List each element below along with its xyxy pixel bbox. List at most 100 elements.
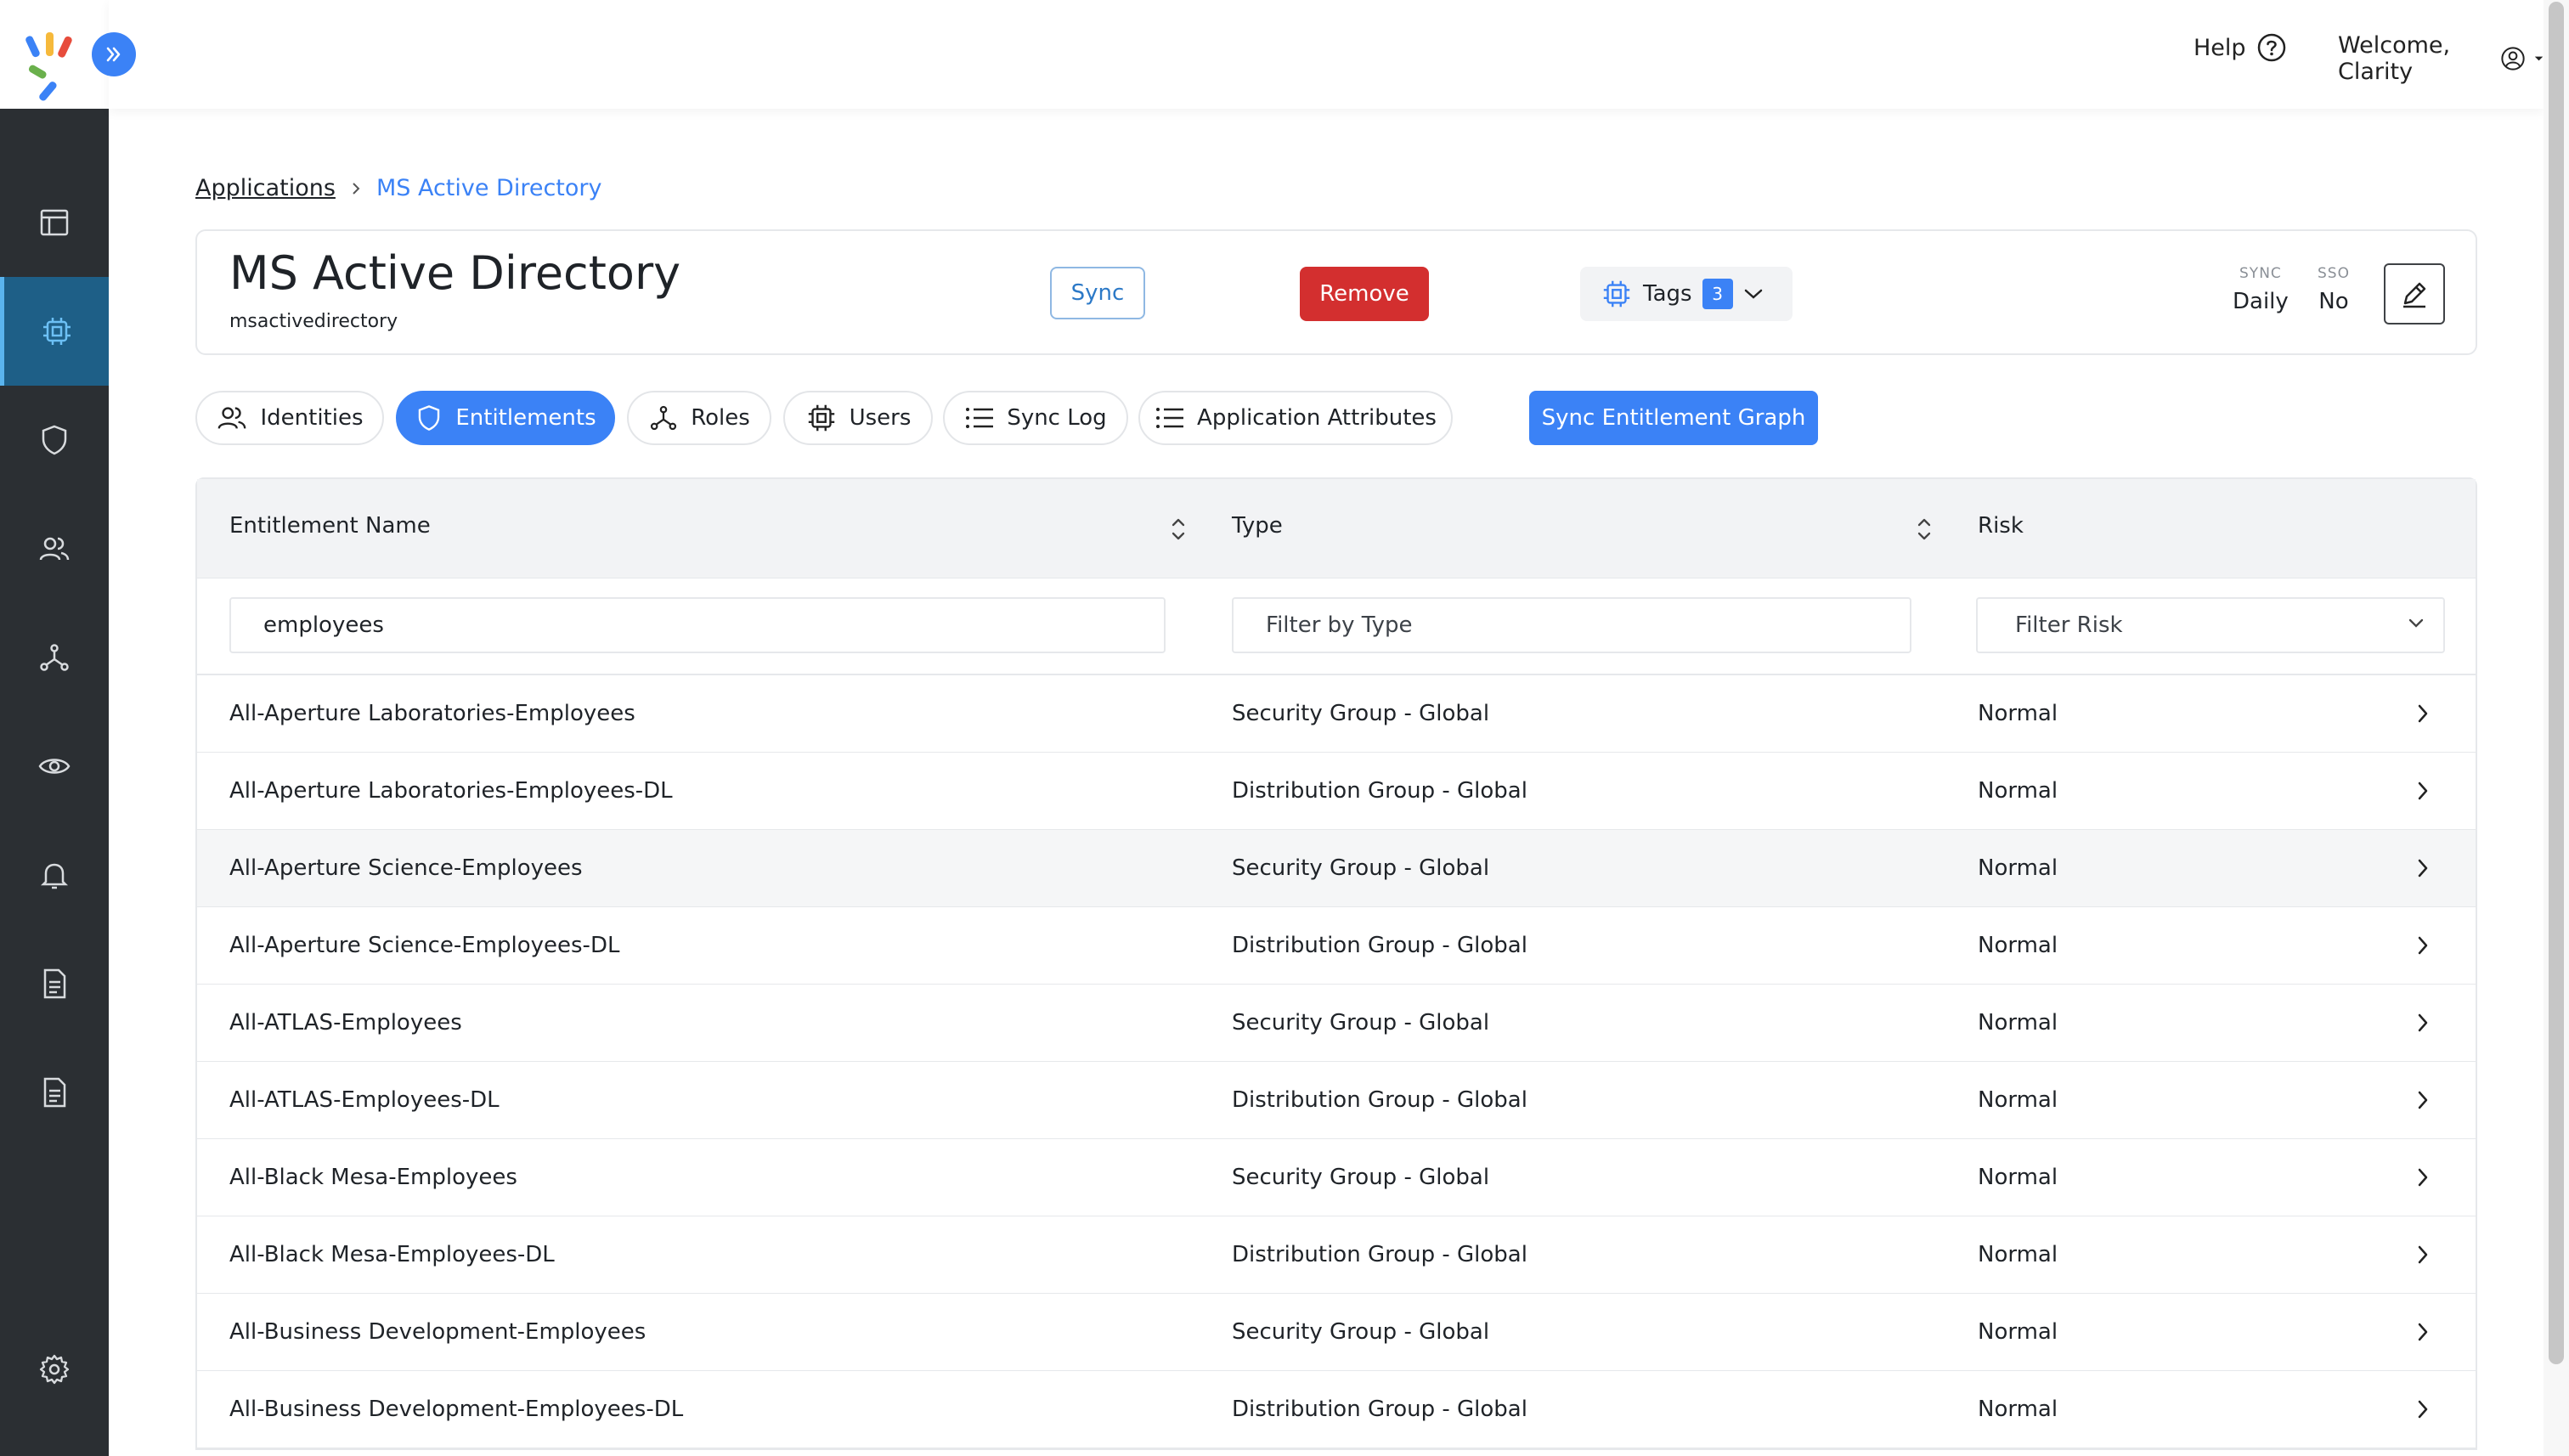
sync-button[interactable]: Sync [1050, 267, 1145, 319]
tab-sync-log-label: Sync Log [1007, 405, 1107, 431]
entitlement-name-cell: All-Aperture Laboratories-Employees-DL [229, 778, 673, 804]
chevron-right-icon[interactable] [2416, 857, 2430, 879]
nav-entitlements[interactable] [0, 386, 109, 494]
nav-dashboard[interactable] [0, 168, 109, 277]
user-avatar-icon [2501, 47, 2525, 71]
entitlement-name-cell: All-Aperture Science-Employees-DL [229, 933, 620, 958]
table-row[interactable]: All-Aperture Science-Employees Security G… [197, 830, 2476, 907]
entitlement-risk-cell: Normal [1978, 855, 2058, 881]
tags-label: Tags [1643, 281, 1692, 307]
type-filter-input[interactable] [1232, 597, 1911, 653]
entitlement-name-cell: All-Business Development-Employees-DL [229, 1397, 684, 1422]
column-header-entitlement-name[interactable]: Entitlement Name [229, 513, 431, 539]
question-circle-icon [2257, 33, 2285, 62]
entitlement-risk-cell: Normal [1978, 778, 2058, 804]
entitlement-type-cell: Security Group - Global [1232, 855, 1490, 881]
table-row[interactable]: All-Business Development-Employees Securi… [197, 1294, 2476, 1371]
expand-sidebar-button[interactable] [92, 32, 136, 76]
risk-filter-select[interactable]: Filter Risk [1976, 597, 2445, 653]
tags-count-badge: 3 [1702, 279, 1733, 309]
entitlement-risk-cell: Normal [1978, 933, 2058, 958]
sync-meta-label: SYNC [2239, 265, 2282, 282]
table-body: All-Aperture Laboratories-Employees Secur… [197, 675, 2476, 1448]
edit-application-button[interactable] [2384, 263, 2445, 324]
chevron-right-icon[interactable] [2416, 1244, 2430, 1266]
entitlement-name-cell: All-Business Development-Employees [229, 1319, 646, 1345]
tab-application-attributes-label: Application Attributes [1197, 405, 1437, 431]
table-row[interactable]: All-Aperture Laboratories-Employees-DL Di… [197, 753, 2476, 830]
table-row[interactable]: All-Aperture Science-Employees-DL Distrib… [197, 907, 2476, 985]
sync-entitlement-graph-button[interactable]: Sync Entitlement Graph [1529, 391, 1818, 445]
remove-button[interactable]: Remove [1300, 267, 1429, 321]
entitlement-name-cell: All-ATLAS-Employees-DL [229, 1087, 500, 1113]
entitlement-type-cell: Security Group - Global [1232, 1319, 1490, 1345]
caret-down-icon [2534, 56, 2544, 61]
nav-audit[interactable] [0, 1038, 109, 1147]
nav-notifications[interactable] [0, 821, 109, 929]
entitlement-name-cell: All-Aperture Laboratories-Employees [229, 701, 635, 726]
bell-icon [40, 863, 69, 889]
nav-identities[interactable] [0, 494, 109, 603]
tab-users-label: Users [849, 405, 912, 431]
table-row[interactable]: All-ATLAS-Employees-DL Distribution Group… [197, 1062, 2476, 1139]
identities-icon [218, 407, 246, 429]
application-header-card: MS Active Directory msactivedirectory Sy… [195, 229, 2477, 355]
table-row[interactable]: All-Black Mesa-Employees Security Group -… [197, 1139, 2476, 1216]
breadcrumb-applications-link[interactable]: Applications [195, 175, 336, 201]
entitlement-name-cell: All-ATLAS-Employees [229, 1010, 462, 1036]
nav-access-review[interactable] [0, 712, 109, 821]
users-icon [39, 537, 70, 561]
tab-roles[interactable]: Roles [627, 391, 771, 445]
list-icon [966, 408, 994, 428]
sidebar [0, 0, 136, 1456]
sort-icon[interactable] [1915, 515, 1934, 544]
table-row[interactable]: All-Black Mesa-Employees-DL Distribution … [197, 1216, 2476, 1294]
chevron-right-icon[interactable] [2416, 1321, 2430, 1343]
tab-sync-log[interactable]: Sync Log [943, 391, 1128, 445]
tab-entitlements[interactable]: Entitlements [396, 391, 615, 445]
table-row[interactable]: All-Aperture Laboratories-Employees Secur… [197, 675, 2476, 753]
breadcrumb: Applications MS Active Directory [195, 175, 602, 201]
breadcrumb-current: MS Active Directory [375, 175, 602, 201]
column-header-type[interactable]: Type [1232, 513, 1283, 539]
entitlement-name-cell: All-Black Mesa-Employees-DL [229, 1242, 555, 1267]
chevron-right-icon[interactable] [2416, 703, 2430, 725]
document-icon [43, 1077, 66, 1108]
user-menu[interactable]: Welcome, Clarity [2338, 32, 2544, 85]
chevron-right-icon [353, 182, 360, 195]
table-row[interactable]: All-ATLAS-Employees Security Group - Glob… [197, 985, 2476, 1062]
entitlement-type-cell: Security Group - Global [1232, 1010, 1490, 1036]
help-link[interactable]: Help [2194, 32, 2287, 63]
nav-roles[interactable] [0, 603, 109, 712]
top-header: Help Welcome, Clarity [109, 0, 2544, 109]
entitlements-table: Entitlement Name Type Risk Filter Risk A… [195, 477, 2477, 1450]
chevron-right-icon[interactable] [2416, 1398, 2430, 1420]
nav-settings[interactable] [0, 1315, 109, 1424]
entitlement-type-cell: Security Group - Global [1232, 1165, 1490, 1190]
entitlement-risk-cell: Normal [1978, 1165, 2058, 1190]
chevron-right-icon[interactable] [2416, 1166, 2430, 1188]
welcome-label: Welcome, Clarity [2338, 32, 2451, 85]
chevron-right-icon[interactable] [2416, 1012, 2430, 1034]
entitlement-type-cell: Distribution Group - Global [1232, 1397, 1527, 1422]
tab-identities[interactable]: Identities [195, 391, 384, 445]
nav-reports[interactable] [0, 929, 109, 1038]
chevron-right-icon[interactable] [2416, 780, 2430, 802]
tags-dropdown-button[interactable]: Tags 3 [1580, 267, 1793, 321]
chevron-down-icon [1744, 289, 1762, 299]
scrollbar-thumb[interactable] [2549, 2, 2564, 1364]
document-icon [43, 968, 66, 999]
column-header-risk[interactable]: Risk [1978, 513, 2024, 539]
tab-users[interactable]: Users [783, 391, 933, 445]
sort-icon[interactable] [1169, 515, 1188, 544]
chevron-right-icon[interactable] [2416, 1089, 2430, 1111]
tab-application-attributes[interactable]: Application Attributes [1138, 391, 1453, 445]
chevron-right-icon[interactable] [2416, 934, 2430, 957]
nav-applications[interactable] [0, 277, 109, 386]
entitlement-type-cell: Distribution Group - Global [1232, 933, 1527, 958]
table-row[interactable]: All-Business Development-Employees-DL Dis… [197, 1371, 2476, 1448]
entitlement-name-filter-input[interactable] [229, 597, 1166, 653]
entitlement-name-cell: All-Aperture Science-Employees [229, 855, 583, 881]
filter-row: Filter Risk [197, 578, 2476, 675]
chip-icon [808, 404, 834, 432]
